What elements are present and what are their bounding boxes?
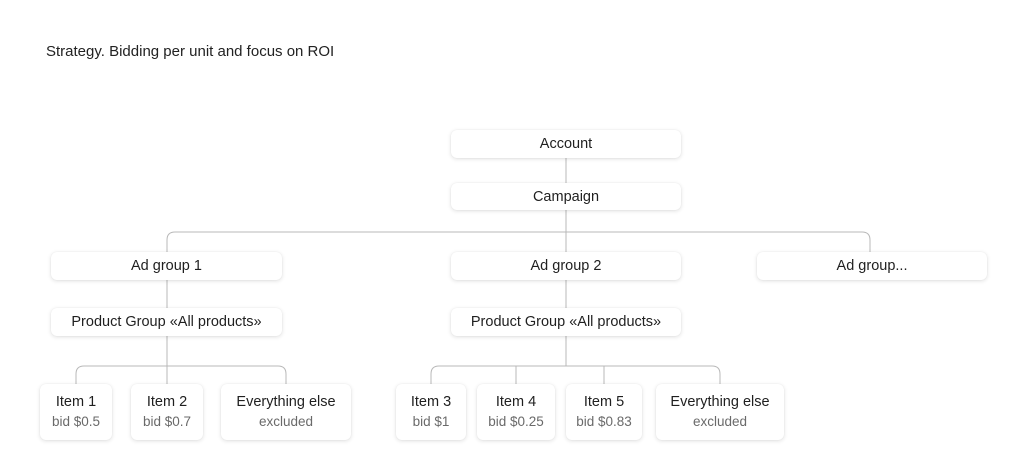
everything-else-node: Everything else excluded [221,384,351,440]
item-bid: bid $0.25 [488,414,544,429]
ad-group-1-node: Ad group 1 [51,252,282,280]
item-bid: bid $0.83 [576,414,632,429]
item-name: Item 1 [55,394,97,410]
item-status: excluded [258,414,314,429]
item-name: Item 3 [410,394,452,410]
account-node: Account [451,130,681,158]
item-bid: bid $0.7 [142,414,192,429]
ad-group-2-node: Ad group 2 [451,252,681,280]
campaign-node: Campaign [451,183,681,210]
item-status: excluded [692,414,748,429]
item-node: Item 4 bid $0.25 [477,384,555,440]
item-name: Item 4 [495,394,537,410]
item-name: Item 5 [583,394,625,410]
item-bid: bid $0.5 [51,414,101,429]
product-group-2-node: Product Group «All products» [451,308,681,336]
item-name: Everything else [670,394,770,410]
product-group-1-node: Product Group «All products» [51,308,282,336]
ad-group-more-node: Ad group... [757,252,987,280]
item-bid: bid $1 [412,414,450,429]
item-name: Everything else [236,394,336,410]
item-node: Item 5 bid $0.83 [566,384,642,440]
item-node: Item 3 bid $1 [396,384,466,440]
item-node: Item 1 bid $0.5 [40,384,112,440]
item-node: Item 2 bid $0.7 [131,384,203,440]
item-name: Item 2 [146,394,188,410]
everything-else-node: Everything else excluded [656,384,784,440]
